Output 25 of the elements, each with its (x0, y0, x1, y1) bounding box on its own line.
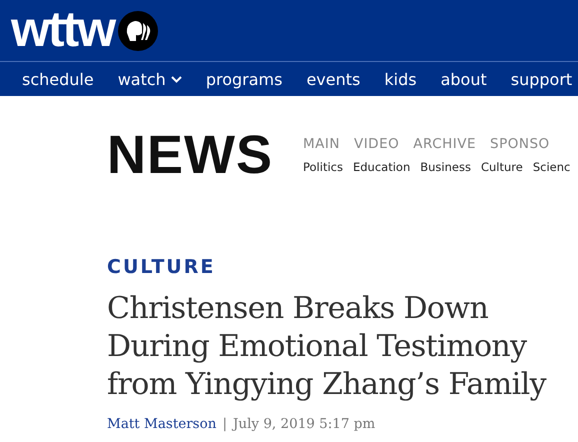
topic-link[interactable]: Business (420, 160, 471, 174)
site-logo[interactable]: wttw (11, 4, 114, 54)
nav-link[interactable]: programs (206, 70, 282, 88)
section-title: NEWS (107, 124, 273, 186)
topic-link[interactable]: Culture (480, 160, 523, 174)
category-label: CULTURE (107, 256, 216, 278)
nav-link[interactable]: about (440, 70, 487, 88)
article-headline: Christensen Breaks Down During Emotional Testimony from Yingying Zhang’s Family (107, 290, 548, 404)
section-link[interactable]: SPONSO (490, 136, 550, 152)
section-link[interactable]: ARCHIVE (413, 136, 476, 152)
nav-link[interactable]: events (306, 70, 360, 88)
section-link[interactable]: VIDEO (354, 136, 400, 152)
chevron-down-icon (170, 76, 182, 82)
publish-date: July 9, 2019 5:17 pm (233, 416, 376, 432)
nav-link[interactable]: watch (118, 70, 182, 88)
nav-link[interactable]: support (510, 70, 572, 88)
topic-link[interactable]: Scienc (532, 160, 570, 174)
author-link[interactable]: Matt Masterson (107, 416, 216, 432)
nav-link[interactable]: schedule (22, 70, 94, 88)
nav-link[interactable]: kids (384, 70, 417, 88)
byline-separator: | (222, 416, 227, 432)
section-link[interactable]: MAIN (303, 136, 340, 152)
topic-link[interactable]: Politics (303, 160, 343, 174)
topic-link[interactable]: Education (352, 160, 410, 174)
profile-logo-icon (118, 10, 158, 50)
